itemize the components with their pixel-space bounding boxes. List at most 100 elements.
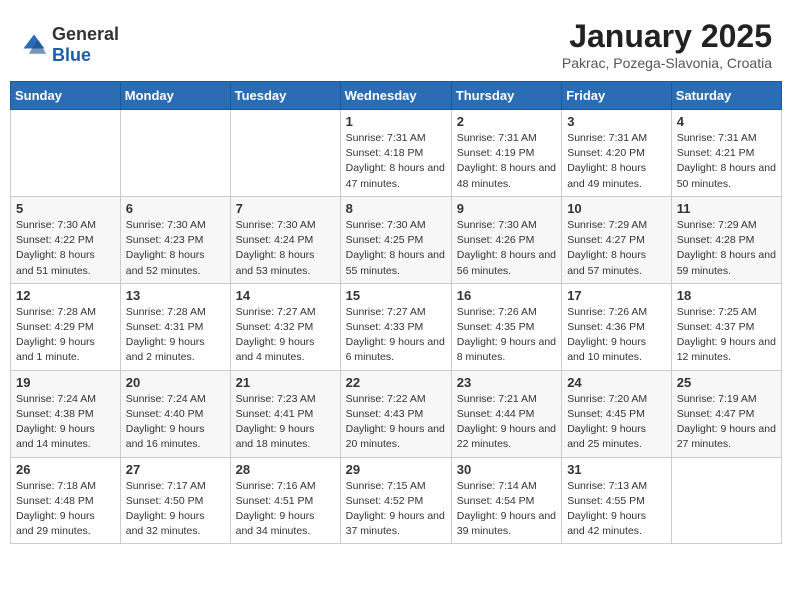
day-number: 1 (346, 114, 446, 129)
month-title: January 2025 (562, 18, 772, 55)
logo-icon (20, 31, 48, 59)
calendar-cell: 22Sunrise: 7:22 AM Sunset: 4:43 PM Dayli… (340, 370, 451, 457)
day-info: Sunrise: 7:20 AM Sunset: 4:45 PM Dayligh… (567, 392, 666, 453)
day-number: 5 (16, 201, 115, 216)
day-info: Sunrise: 7:30 AM Sunset: 4:23 PM Dayligh… (126, 218, 225, 279)
calendar-cell: 11 Sunrise: 7:29 AM Sunset: 4:28 PM Dayli… (671, 196, 781, 283)
day-info: Sunrise: 7:26 AM Sunset: 4:36 PM Dayligh… (567, 305, 666, 366)
calendar-table: SundayMondayTuesdayWednesdayThursdayFrid… (10, 81, 782, 544)
day-info: Sunrise: 7:19 AM Sunset: 4:47 PM Dayligh… (677, 392, 776, 453)
calendar-cell: 13Sunrise: 7:28 AM Sunset: 4:31 PM Dayli… (120, 283, 230, 370)
day-number: 27 (126, 462, 225, 477)
day-number: 2 (457, 114, 556, 129)
logo-text-blue: Blue (52, 45, 91, 65)
day-number: 8 (346, 201, 446, 216)
day-of-week-header: Tuesday (230, 82, 340, 110)
calendar-cell: 24 Sunrise: 7:20 AM Sunset: 4:45 PM Dayli… (562, 370, 672, 457)
calendar-cell: 15 Sunrise: 7:27 AM Sunset: 4:33 PM Dayli… (340, 283, 451, 370)
day-info: Sunrise: 7:24 AM Sunset: 4:38 PM Dayligh… (16, 392, 115, 453)
day-number: 25 (677, 375, 776, 390)
calendar-cell: 12 Sunrise: 7:28 AM Sunset: 4:29 PM Dayli… (11, 283, 121, 370)
day-info: Sunrise: 7:31 AM Sunset: 4:19 PM Dayligh… (457, 131, 556, 192)
calendar-cell: 3 Sunrise: 7:31 AM Sunset: 4:20 PM Daylig… (562, 110, 672, 197)
calendar-cell: 19 Sunrise: 7:24 AM Sunset: 4:38 PM Dayli… (11, 370, 121, 457)
calendar-cell: 26 Sunrise: 7:18 AM Sunset: 4:48 PM Dayli… (11, 457, 121, 544)
day-info: Sunrise: 7:29 AM Sunset: 4:27 PM Dayligh… (567, 218, 666, 279)
logo-text-general: General (52, 24, 119, 44)
calendar-cell (671, 457, 781, 544)
day-info: Sunrise: 7:30 AM Sunset: 4:22 PM Dayligh… (16, 218, 115, 279)
calendar-cell (120, 110, 230, 197)
day-number: 6 (126, 201, 225, 216)
day-info: Sunrise: 7:28 AM Sunset: 4:29 PM Dayligh… (16, 305, 115, 366)
day-info: Sunrise: 7:16 AM Sunset: 4:51 PM Dayligh… (236, 479, 335, 540)
calendar-cell: 28Sunrise: 7:16 AM Sunset: 4:51 PM Dayli… (230, 457, 340, 544)
calendar-cell: 18 Sunrise: 7:25 AM Sunset: 4:37 PM Dayli… (671, 283, 781, 370)
calendar-header-row: SundayMondayTuesdayWednesdayThursdayFrid… (11, 82, 782, 110)
location-title: Pakrac, Pozega-Slavonia, Croatia (562, 55, 772, 71)
day-of-week-header: Monday (120, 82, 230, 110)
calendar-cell: 14Sunrise: 7:27 AM Sunset: 4:32 PM Dayli… (230, 283, 340, 370)
calendar-cell: 6 Sunrise: 7:30 AM Sunset: 4:23 PM Daylig… (120, 196, 230, 283)
calendar-cell (11, 110, 121, 197)
calendar-cell: 27 Sunrise: 7:17 AM Sunset: 4:50 PM Dayli… (120, 457, 230, 544)
day-info: Sunrise: 7:30 AM Sunset: 4:26 PM Dayligh… (457, 218, 556, 279)
day-of-week-header: Thursday (451, 82, 561, 110)
day-number: 3 (567, 114, 666, 129)
day-number: 15 (346, 288, 446, 303)
day-number: 23 (457, 375, 556, 390)
day-number: 16 (457, 288, 556, 303)
title-block: January 2025 Pakrac, Pozega-Slavonia, Cr… (562, 18, 772, 71)
day-info: Sunrise: 7:17 AM Sunset: 4:50 PM Dayligh… (126, 479, 225, 540)
calendar-cell: 20Sunrise: 7:24 AM Sunset: 4:40 PM Dayli… (120, 370, 230, 457)
day-info: Sunrise: 7:18 AM Sunset: 4:48 PM Dayligh… (16, 479, 115, 540)
day-number: 29 (346, 462, 446, 477)
calendar-cell: 10 Sunrise: 7:29 AM Sunset: 4:27 PM Dayli… (562, 196, 672, 283)
day-info: Sunrise: 7:28 AM Sunset: 4:31 PM Dayligh… (126, 305, 225, 366)
day-info: Sunrise: 7:21 AM Sunset: 4:44 PM Dayligh… (457, 392, 556, 453)
calendar-cell: 25 Sunrise: 7:19 AM Sunset: 4:47 PM Dayli… (671, 370, 781, 457)
calendar-cell: 30Sunrise: 7:14 AM Sunset: 4:54 PM Dayli… (451, 457, 561, 544)
calendar-cell: 8 Sunrise: 7:30 AM Sunset: 4:25 PM Daylig… (340, 196, 451, 283)
calendar-week-row: 1 Sunrise: 7:31 AM Sunset: 4:18 PM Daylig… (11, 110, 782, 197)
calendar-cell: 4 Sunrise: 7:31 AM Sunset: 4:21 PM Daylig… (671, 110, 781, 197)
day-of-week-header: Saturday (671, 82, 781, 110)
day-number: 4 (677, 114, 776, 129)
day-info: Sunrise: 7:15 AM Sunset: 4:52 PM Dayligh… (346, 479, 446, 540)
day-of-week-header: Wednesday (340, 82, 451, 110)
calendar-week-row: 26 Sunrise: 7:18 AM Sunset: 4:48 PM Dayli… (11, 457, 782, 544)
day-info: Sunrise: 7:29 AM Sunset: 4:28 PM Dayligh… (677, 218, 776, 279)
day-number: 12 (16, 288, 115, 303)
day-of-week-header: Friday (562, 82, 672, 110)
day-number: 31 (567, 462, 666, 477)
day-info: Sunrise: 7:25 AM Sunset: 4:37 PM Dayligh… (677, 305, 776, 366)
calendar-cell: 21Sunrise: 7:23 AM Sunset: 4:41 PM Dayli… (230, 370, 340, 457)
day-info: Sunrise: 7:23 AM Sunset: 4:41 PM Dayligh… (236, 392, 335, 453)
calendar-cell: 23 Sunrise: 7:21 AM Sunset: 4:44 PM Dayli… (451, 370, 561, 457)
day-of-week-header: Sunday (11, 82, 121, 110)
day-info: Sunrise: 7:31 AM Sunset: 4:20 PM Dayligh… (567, 131, 666, 192)
day-info: Sunrise: 7:26 AM Sunset: 4:35 PM Dayligh… (457, 305, 556, 366)
calendar-cell (230, 110, 340, 197)
calendar-week-row: 12 Sunrise: 7:28 AM Sunset: 4:29 PM Dayli… (11, 283, 782, 370)
calendar-cell: 5 Sunrise: 7:30 AM Sunset: 4:22 PM Daylig… (11, 196, 121, 283)
day-number: 10 (567, 201, 666, 216)
day-number: 24 (567, 375, 666, 390)
day-number: 30 (457, 462, 556, 477)
day-number: 18 (677, 288, 776, 303)
day-number: 19 (16, 375, 115, 390)
day-info: Sunrise: 7:31 AM Sunset: 4:18 PM Dayligh… (346, 131, 446, 192)
day-number: 11 (677, 201, 776, 216)
day-info: Sunrise: 7:31 AM Sunset: 4:21 PM Dayligh… (677, 131, 776, 192)
day-number: 26 (16, 462, 115, 477)
calendar-cell: 7Sunrise: 7:30 AM Sunset: 4:24 PM Daylig… (230, 196, 340, 283)
calendar-cell: 9 Sunrise: 7:30 AM Sunset: 4:26 PM Daylig… (451, 196, 561, 283)
day-info: Sunrise: 7:27 AM Sunset: 4:32 PM Dayligh… (236, 305, 335, 366)
day-info: Sunrise: 7:30 AM Sunset: 4:25 PM Dayligh… (346, 218, 446, 279)
calendar-week-row: 19 Sunrise: 7:24 AM Sunset: 4:38 PM Dayli… (11, 370, 782, 457)
day-number: 7 (236, 201, 335, 216)
calendar-cell: 1 Sunrise: 7:31 AM Sunset: 4:18 PM Daylig… (340, 110, 451, 197)
day-info: Sunrise: 7:27 AM Sunset: 4:33 PM Dayligh… (346, 305, 446, 366)
calendar-cell: 16 Sunrise: 7:26 AM Sunset: 4:35 PM Dayli… (451, 283, 561, 370)
day-number: 9 (457, 201, 556, 216)
